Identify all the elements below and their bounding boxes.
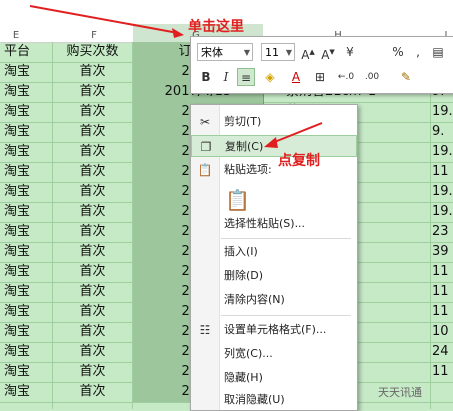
annotation-click-copy: 点复制 [278, 153, 320, 169]
annotation-click-here: 单击这里 [188, 19, 244, 35]
watermark: 天天讯通 [378, 386, 422, 399]
annotation-arrows [29, 5, 323, 148]
arrow-head [172, 28, 184, 38]
arrow-to-copy [271, 122, 323, 144]
arrow-to-column-header [29, 5, 179, 34]
arrow-head [264, 137, 278, 148]
